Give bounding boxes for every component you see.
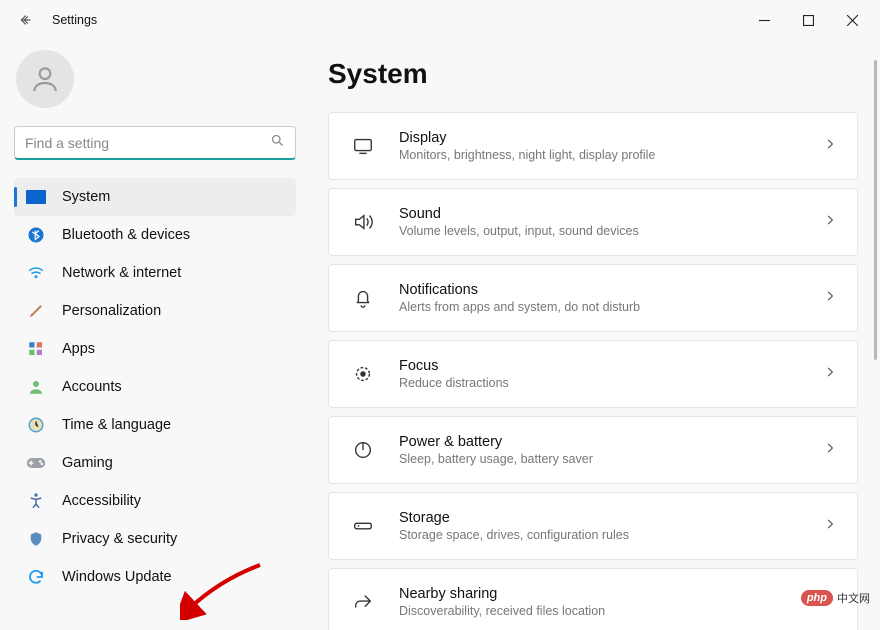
apps-icon [26,339,46,359]
sidebar-item-label: Apps [62,341,95,357]
sidebar-item-label: Accessibility [62,493,141,509]
sidebar-item-label: System [62,189,110,205]
accessibility-icon [26,491,46,511]
back-button[interactable] [12,6,40,34]
titlebar: Settings [0,0,880,40]
chevron-right-icon [823,441,837,460]
sidebar-item-label: Time & language [62,417,171,433]
card-title: Notifications [399,282,823,298]
sidebar: System Bluetooth & devices Network & inter… [0,40,310,630]
card-title: Sound [399,206,823,222]
focus-icon [349,363,377,385]
wifi-icon [26,263,46,283]
scrollbar[interactable] [874,60,878,540]
card-subtitle: Monitors, brightness, night light, displ… [399,148,823,162]
card-title: Display [399,130,823,146]
gamepad-icon [26,453,46,473]
sidebar-item-network-internet[interactable]: Network & internet [14,254,296,292]
system-icon [26,187,46,207]
scrollbar-thumb[interactable] [874,60,877,360]
sidebar-item-label: Windows Update [62,569,172,585]
sidebar-item-time-language[interactable]: Time & language [14,406,296,444]
settings-card-power-battery[interactable]: Power & battery Sleep, battery usage, ba… [328,416,858,484]
display-icon [349,135,377,157]
clock-icon [26,415,46,435]
bell-icon [349,287,377,309]
search-input-wrap[interactable] [14,126,296,160]
storage-icon [349,515,377,537]
card-subtitle: Discoverability, received files location [399,604,823,618]
chevron-right-icon [823,213,837,232]
app-title: Settings [52,13,97,27]
maximize-icon [803,15,814,26]
sidebar-item-privacy-security[interactable]: Privacy & security [14,520,296,558]
power-icon [349,439,377,461]
update-icon [26,567,46,587]
card-title: Focus [399,358,823,374]
sidebar-item-accessibility[interactable]: Accessibility [14,482,296,520]
settings-card-storage[interactable]: Storage Storage space, drives, configura… [328,492,858,560]
card-title: Power & battery [399,434,823,450]
window-controls [742,4,874,36]
sidebar-item-windows-update[interactable]: Windows Update [14,558,296,596]
sidebar-item-label: Network & internet [62,265,181,281]
card-title: Storage [399,510,823,526]
minimize-icon [759,15,770,26]
search-icon [270,133,285,153]
card-subtitle: Sleep, battery usage, battery saver [399,452,823,466]
main-content: System Display Monitors, brightness, nig… [310,40,880,630]
person-icon [29,63,61,95]
maximize-button[interactable] [786,4,830,36]
settings-card-notifications[interactable]: Notifications Alerts from apps and syste… [328,264,858,332]
card-subtitle: Alerts from apps and system, do not dist… [399,300,823,314]
sidebar-item-personalization[interactable]: Personalization [14,292,296,330]
sidebar-item-accounts[interactable]: Accounts [14,368,296,406]
avatar[interactable] [16,50,74,108]
sidebar-item-label: Personalization [62,303,161,319]
card-subtitle: Volume levels, output, input, sound devi… [399,224,823,238]
sidebar-item-bluetooth-devices[interactable]: Bluetooth & devices [14,216,296,254]
sidebar-item-system[interactable]: System [14,178,296,216]
bluetooth-icon [26,225,46,245]
person-icon [26,377,46,397]
card-subtitle: Reduce distractions [399,376,823,390]
chevron-right-icon [823,517,837,536]
watermark: php 中文网 [801,590,870,606]
shield-icon [26,529,46,549]
share-icon [349,591,377,613]
card-title: Nearby sharing [399,586,823,602]
page-title: System [328,58,858,90]
settings-card-sound[interactable]: Sound Volume levels, output, input, soun… [328,188,858,256]
sidebar-item-label: Accounts [62,379,122,395]
close-button[interactable] [830,4,874,36]
minimize-button[interactable] [742,4,786,36]
watermark-badge: php [801,590,833,606]
settings-card-focus[interactable]: Focus Reduce distractions [328,340,858,408]
sidebar-item-apps[interactable]: Apps [14,330,296,368]
card-subtitle: Storage space, drives, configuration rul… [399,528,823,542]
sidebar-item-gaming[interactable]: Gaming [14,444,296,482]
sidebar-item-label: Privacy & security [62,531,177,547]
close-icon [847,15,858,26]
sidebar-item-label: Gaming [62,455,113,471]
chevron-right-icon [823,137,837,156]
search-input[interactable] [25,135,263,151]
arrow-left-icon [19,13,33,27]
settings-card-display[interactable]: Display Monitors, brightness, night ligh… [328,112,858,180]
settings-card-nearby-sharing[interactable]: Nearby sharing Discoverability, received… [328,568,858,630]
sound-icon [349,211,377,233]
sidebar-item-label: Bluetooth & devices [62,227,190,243]
chevron-right-icon [823,365,837,384]
brush-icon [26,301,46,321]
chevron-right-icon [823,289,837,308]
watermark-text: 中文网 [837,590,870,606]
